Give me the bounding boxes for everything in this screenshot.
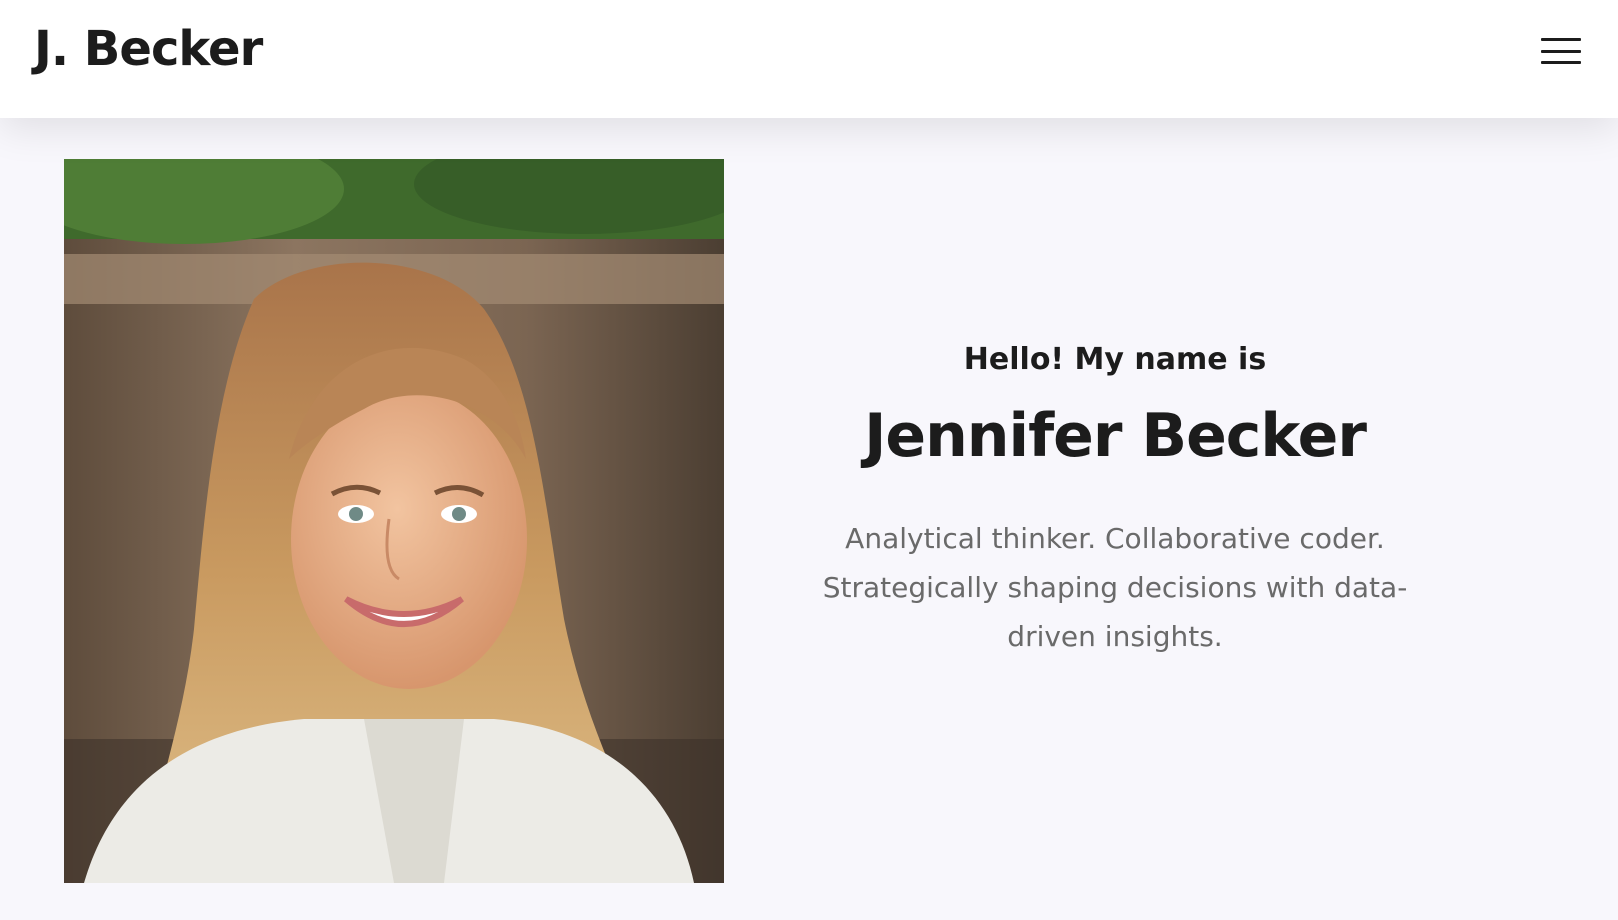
- tagline-line: Analytical thinker. Collaborative coder.: [845, 522, 1385, 555]
- intro-block: Hello! My name is Jennifer Becker Analyt…: [790, 340, 1440, 661]
- menu-bar-bottom: [1541, 61, 1581, 64]
- profile-photo: [64, 159, 724, 883]
- hero-section: Hello! My name is Jennifer Becker Analyt…: [0, 118, 1618, 920]
- menu-bar-top: [1541, 38, 1581, 41]
- top-navbar: J. Becker: [0, 0, 1618, 118]
- tagline-line: Strategically shaping decisions with dat…: [822, 571, 1408, 604]
- person-name: Jennifer Becker: [864, 401, 1367, 471]
- tagline: Analytical thinker. Collaborative coder.…: [790, 514, 1440, 661]
- tagline-line: driven insights.: [1007, 620, 1223, 653]
- greeting-text: Hello! My name is: [963, 342, 1267, 377]
- site-logo-text[interactable]: J. Becker: [34, 20, 263, 78]
- portrait-image: [64, 159, 724, 883]
- hamburger-menu-icon[interactable]: [1540, 34, 1582, 68]
- menu-bar-middle: [1541, 49, 1581, 53]
